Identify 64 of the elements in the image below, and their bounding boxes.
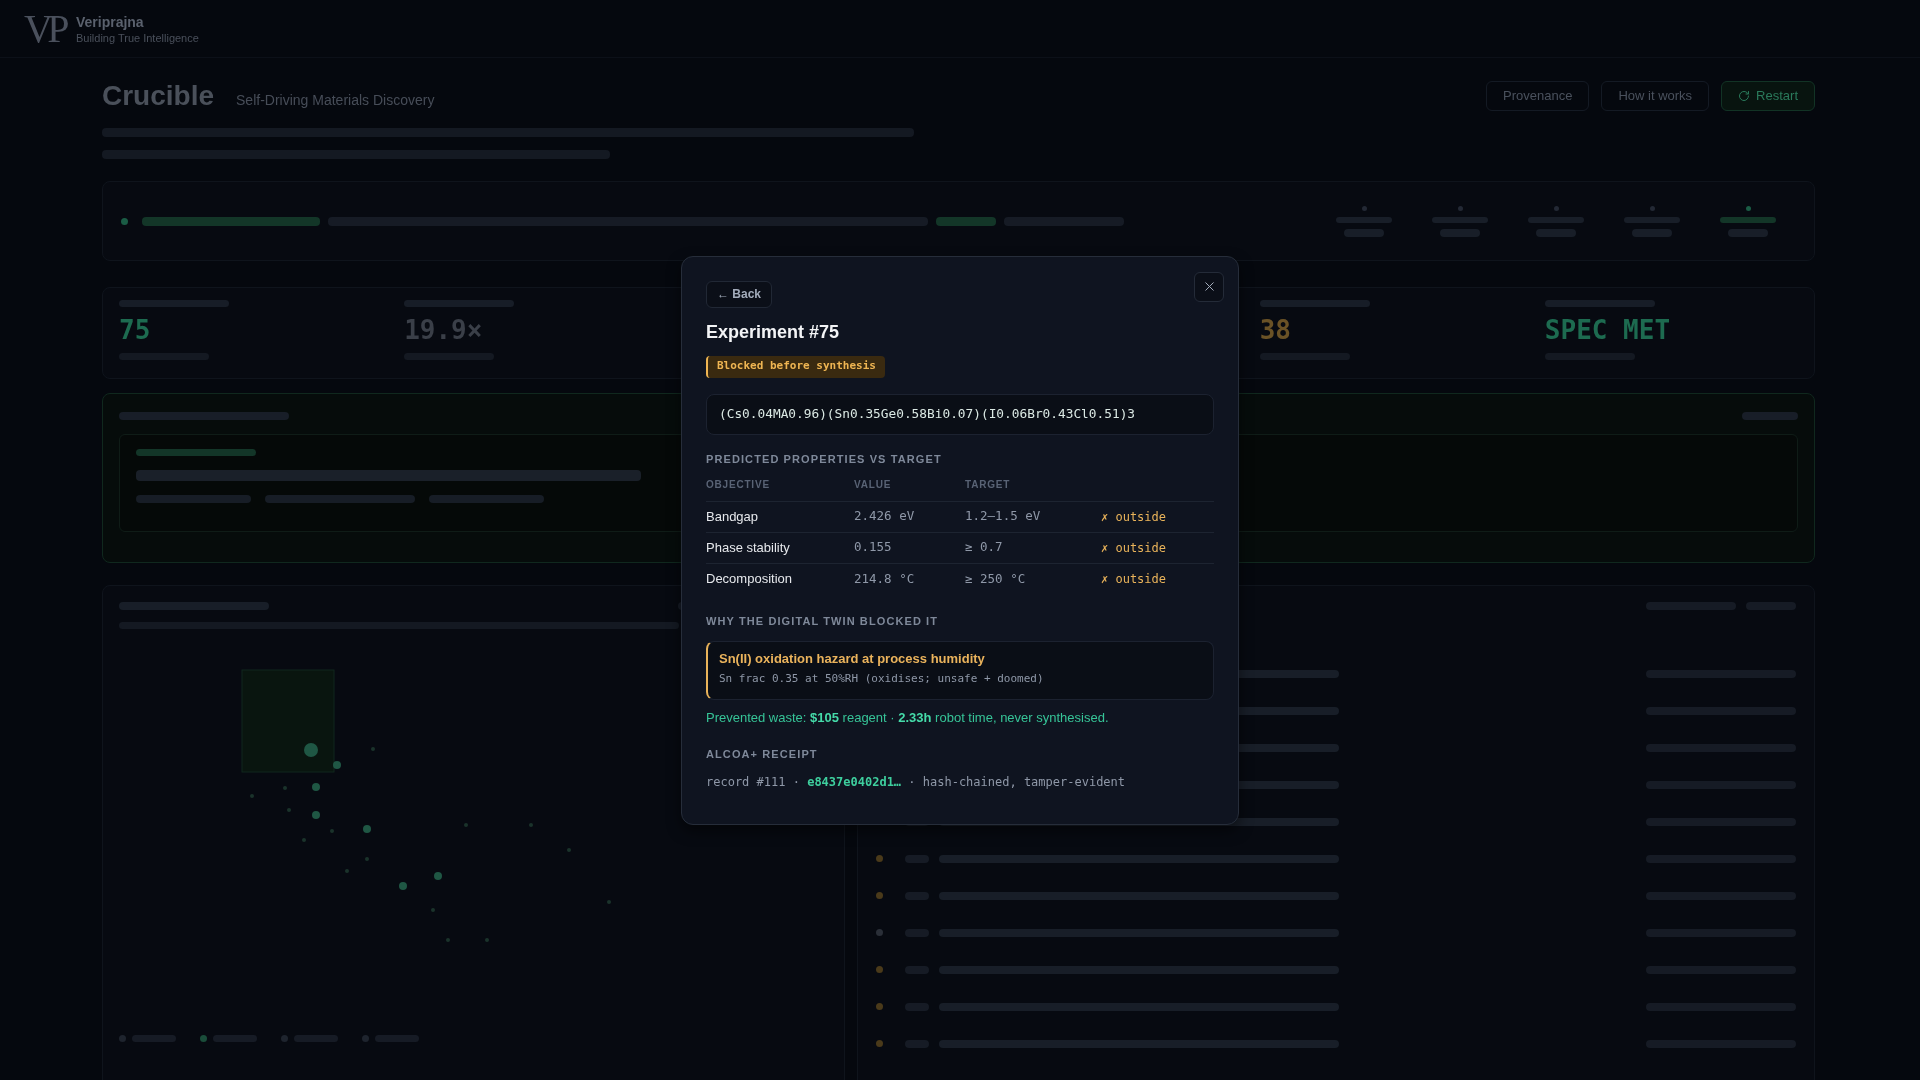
objective-cell-text: Bandgap — [706, 507, 759, 526]
scatter-point — [529, 823, 533, 827]
scatter-point — [312, 811, 320, 819]
reason-title: Sn(II) oxidation hazard at process humidity — [719, 650, 985, 667]
scatter-point — [567, 848, 571, 852]
scatter-point — [250, 794, 254, 798]
scatter-point — [607, 900, 611, 904]
target-cell-text: ≥ 250 °C — [965, 569, 1026, 588]
scatter-point — [434, 872, 442, 880]
section-heading: ALCOA+ RECEIPT — [706, 746, 818, 761]
verdict-cell-text: ✗ outside — [1101, 571, 1167, 588]
brand-name: Veriprajna — [75, 12, 145, 31]
target-cell: ≥ 0.7 — [965, 538, 1003, 557]
value-cell-text: 214.8 °C — [854, 569, 915, 588]
formula-field: (Cs0.04MA0.96)(Sn0.35Ge0.58Bi0.07)(I0.06Br0.43Cl0.51)3 — [706, 393, 1214, 435]
scatter-point — [363, 825, 371, 833]
value-cell: 2.426 eV — [854, 507, 915, 526]
scatter-point — [371, 747, 375, 751]
blurred-text — [936, 216, 996, 226]
target-cell: 1.2–1.5 eV — [965, 507, 1041, 526]
receipt-line: record #111 · e8437e0402d1… · hash-chained, tamper-evident — [706, 773, 1126, 790]
scatter-point — [431, 908, 435, 912]
header-button[interactable]: Provenance — [1486, 81, 1590, 111]
blurred-text — [1742, 412, 1798, 420]
scatter-point — [333, 761, 341, 769]
column-header: VALUE — [854, 477, 892, 492]
scatter-point — [345, 869, 349, 873]
column-header: OBJECTIVE — [706, 477, 770, 492]
savings-note: Prevented waste: $105 reagent · 2.33h robot time, never synthesised. — [706, 709, 1109, 726]
header-button[interactable]: Restart — [1721, 81, 1815, 111]
scatter-point — [302, 838, 306, 842]
scatter-point — [464, 823, 468, 827]
scatter-point — [399, 882, 407, 890]
dialog-title: Experiment #75 — [706, 320, 840, 344]
page-title: Crucible — [102, 80, 215, 112]
close-button[interactable] — [1194, 271, 1224, 302]
back-button[interactable]: ← Back — [706, 280, 773, 308]
verdict-cell-text: ✗ outside — [1101, 539, 1167, 557]
scatter-point — [485, 938, 489, 942]
objective-cell-text: Decomposition — [706, 570, 792, 589]
brand-tagline: Building True Intelligence — [75, 30, 199, 45]
refresh-icon — [1738, 90, 1751, 102]
reason-detail: Sn frac 0.35 at 50%RH (oxidises; unsafe + doomed) — [719, 671, 1044, 686]
scatter-point — [330, 829, 334, 833]
stat-value: 75 — [119, 315, 151, 345]
objective-cell-text: Phase stability — [706, 538, 790, 557]
section-heading: PREDICTED PROPERTIES VS TARGET — [706, 451, 942, 466]
logo: VP — [24, 8, 64, 49]
scatter-point — [312, 783, 320, 791]
scatter-point — [365, 857, 369, 861]
status-badge: Blocked before synthesis — [706, 355, 885, 378]
scatter-point — [287, 808, 291, 812]
stat-value: SPEC MET — [1544, 315, 1671, 345]
scatter-point — [283, 786, 287, 790]
column-header: TARGET — [965, 477, 1011, 492]
section-heading: WHY THE DIGITAL TWIN BLOCKED IT — [706, 613, 939, 628]
verdict-cell-text: ✗ outside — [1101, 508, 1167, 526]
scatter-point — [446, 938, 450, 942]
blurred-text — [1720, 216, 1776, 223]
scatter-point — [304, 743, 318, 757]
value-cell: 0.155 — [854, 538, 892, 557]
stat-value: 38 — [1259, 315, 1291, 345]
header-button[interactable]: How it works — [1601, 81, 1710, 111]
page-subtitle: Self-Driving Materials Discovery — [236, 91, 435, 110]
